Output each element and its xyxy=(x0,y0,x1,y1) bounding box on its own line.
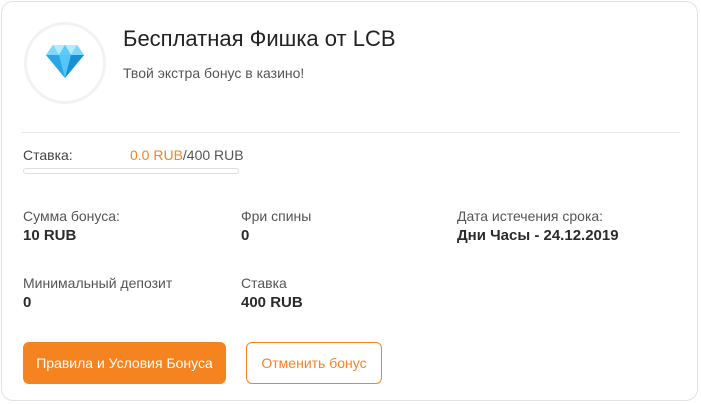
wager-progress-text: 0.0 RUB/400 RUB xyxy=(130,147,244,163)
wager-total-value: /400 RUB xyxy=(182,147,244,163)
diamond-icon xyxy=(45,43,85,84)
bonus-amount-label: Сумма бонуса: xyxy=(23,208,120,224)
divider xyxy=(22,132,680,133)
bonus-terms-button[interactable]: Правила и Условия Бонуса xyxy=(23,342,226,384)
bonus-icon-container xyxy=(24,22,106,104)
bonus-card: Бесплатная Фишка от LCB Твой экстра бону… xyxy=(1,1,698,401)
bonus-title: Бесплатная Фишка от LCB xyxy=(123,26,396,51)
cancel-bonus-button[interactable]: Отменить бонус xyxy=(246,342,382,384)
wager-label: Ставка: xyxy=(23,147,73,163)
bonus-amount-value: 10 RUB xyxy=(23,227,77,244)
bet-label: Ставка xyxy=(241,275,287,291)
expiry-label: Дата истечения срока: xyxy=(457,208,604,224)
min-deposit-value: 0 xyxy=(23,294,32,311)
bonus-subtitle: Твой экстра бонус в казино! xyxy=(123,65,305,81)
min-deposit-label: Минимальный депозит xyxy=(23,275,173,291)
free-spins-value: 0 xyxy=(241,227,250,244)
free-spins-label: Фри спины xyxy=(241,208,312,224)
wager-current-value: 0.0 RUB xyxy=(130,147,183,163)
bet-value: 400 RUB xyxy=(241,294,303,311)
expiry-value: Дни Часы - 24.12.2019 xyxy=(457,227,619,244)
wager-progress-bar xyxy=(23,168,239,174)
